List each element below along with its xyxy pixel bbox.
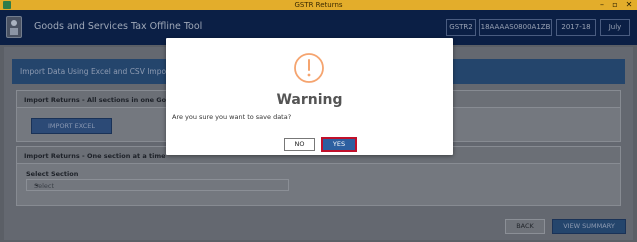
chevron-down-icon: ⌄ — [34, 180, 40, 188]
window-titlebar: GSTR Returns – ▫ ✕ — [0, 0, 637, 10]
section-select[interactable]: Select ⌄ — [26, 179, 289, 191]
national-emblem-logo — [6, 16, 22, 38]
back-button[interactable]: BACK — [505, 219, 545, 234]
month-badge: July — [600, 19, 630, 36]
import-excel-button[interactable]: IMPORT EXCEL — [31, 118, 112, 134]
app-title: Goods and Services Tax Offline Tool — [34, 21, 203, 32]
warning-exclamation-icon — [293, 52, 325, 84]
return-type-badge: GSTR2 — [446, 19, 476, 36]
dialog-title: Warning — [276, 92, 343, 108]
yes-button[interactable]: YES — [321, 137, 357, 152]
maximize-icon[interactable]: ▫ — [609, 0, 621, 10]
import-all-heading: Import Returns - All sections in one Go — [24, 96, 167, 104]
window-title: GSTR Returns — [294, 1, 343, 9]
panel-title: Import Data Using Excel and CSV Import — [20, 67, 173, 76]
fin-year-badge: 2017-18 — [556, 19, 596, 36]
import-one-section: Import Returns - One section at a time S… — [16, 146, 621, 206]
no-button[interactable]: NO — [284, 138, 315, 151]
dialog-message: Are you sure you want to save data? — [172, 113, 292, 121]
gstin-badge: 18AAAAS0800A1ZB — [479, 19, 552, 36]
minimize-icon[interactable]: – — [596, 0, 608, 10]
select-section-label: Select Section — [26, 170, 79, 178]
view-summary-button[interactable]: VIEW SUMMARY — [552, 219, 626, 234]
warning-dialog: Warning Are you sure you want to save da… — [166, 38, 453, 155]
import-one-heading: Import Returns - One section at a time — [24, 152, 166, 160]
close-icon[interactable]: ✕ — [623, 0, 635, 10]
